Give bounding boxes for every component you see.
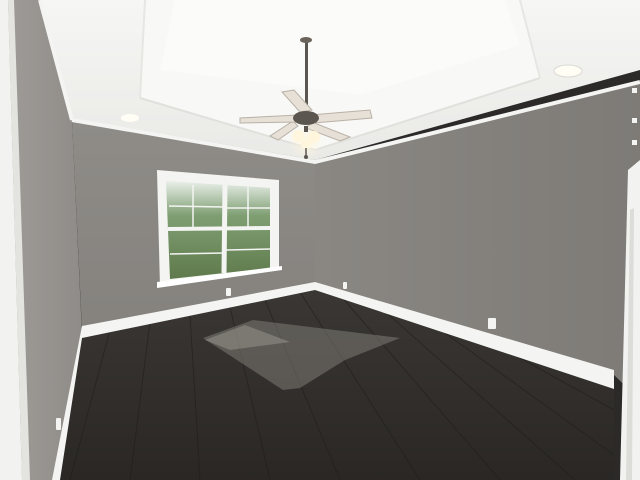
window-icon (157, 170, 282, 288)
room-scene (0, 0, 640, 480)
room-photo (0, 0, 640, 480)
